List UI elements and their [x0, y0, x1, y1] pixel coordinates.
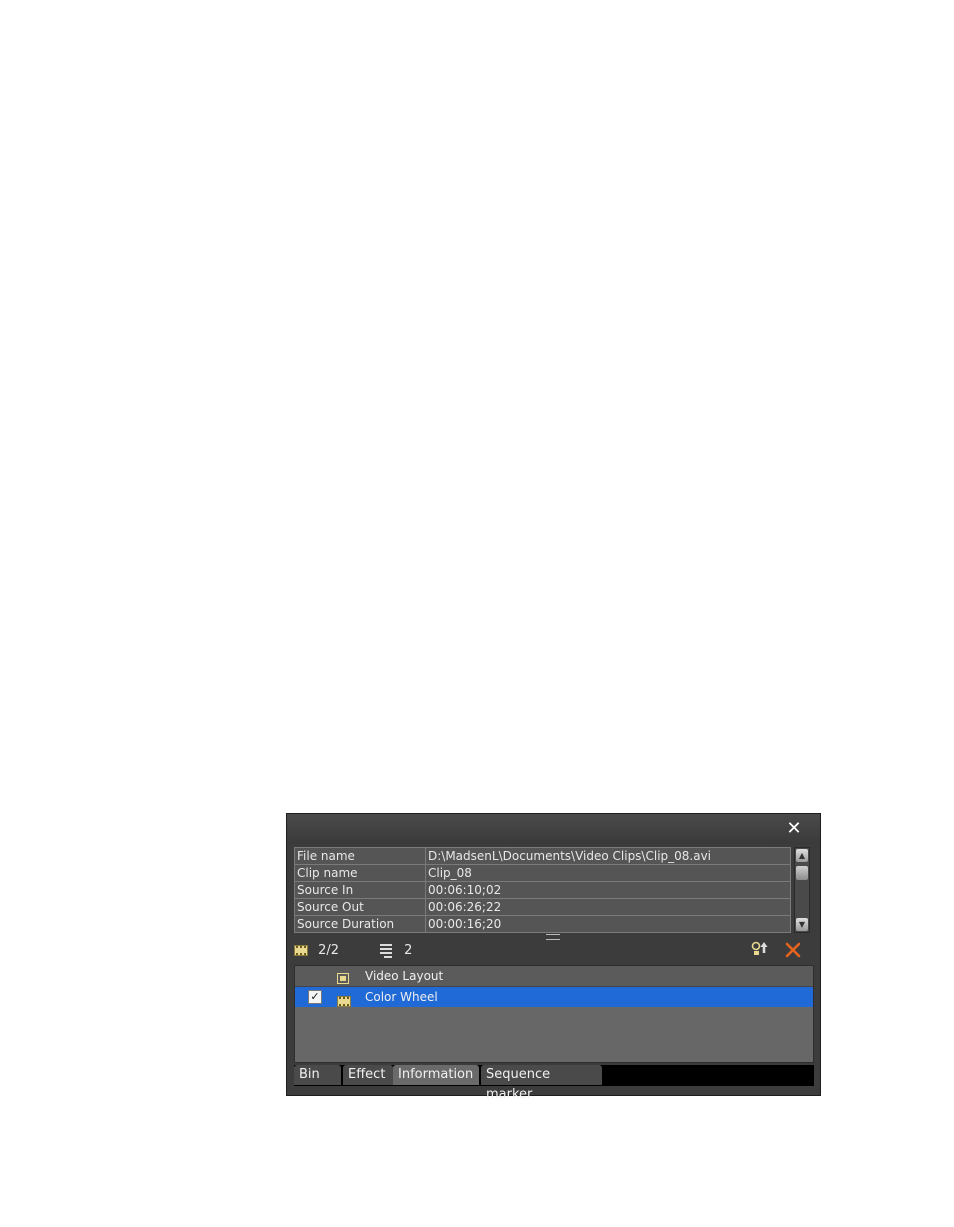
info-value: Clip_08: [425, 864, 791, 882]
info-row-source-in: Source In 00:06:10;02: [294, 881, 791, 899]
info-key: Source Duration: [294, 915, 426, 933]
scroll-down-icon[interactable]: ▼: [796, 918, 808, 931]
information-palette: ✕ File name D:\MadsenL\Documents\Video C…: [286, 813, 821, 1102]
effect-list: Video Layout ✓ Color Wheel: [294, 965, 814, 1063]
enable-checkbox[interactable]: ✓: [308, 990, 322, 1004]
info-row-clip-name: Clip name Clip_08: [294, 864, 791, 882]
tab-sequence-marker[interactable]: Sequence marker: [481, 1065, 602, 1102]
info-value: 00:00:16;20: [425, 915, 791, 933]
effect-toolbar: 2/2 2: [287, 938, 820, 964]
clip-icon: [294, 945, 308, 956]
clip-count-indicator: 2/2: [294, 942, 339, 960]
list-item[interactable]: Video Layout: [295, 966, 813, 987]
info-row-source-duration: Source Duration 00:00:16;20: [294, 915, 791, 933]
layer-count: 2: [404, 943, 413, 958]
info-key: Source In: [294, 881, 426, 899]
palette-titlebar[interactable]: ✕: [287, 814, 820, 844]
info-row-file-name: File name D:\MadsenL\Documents\Video Cli…: [294, 847, 791, 865]
effect-label: Video Layout: [365, 969, 444, 983]
info-row-source-out: Source Out 00:06:26;22: [294, 898, 791, 916]
delete-effect-icon[interactable]: [782, 941, 804, 961]
list-item[interactable]: ✓ Color Wheel: [295, 987, 813, 1007]
info-value: 00:06:26;22: [425, 898, 791, 916]
info-key: Source Out: [294, 898, 426, 916]
info-value: D:\MadsenL\Documents\Video Clips\Clip_08…: [425, 847, 791, 865]
close-icon[interactable]: ✕: [784, 819, 804, 839]
scroll-up-icon[interactable]: ▲: [796, 849, 808, 862]
palette-tabs: Bin Effect Information Sequence marker: [294, 1065, 814, 1102]
info-key: File name: [294, 847, 426, 865]
clip-icon: [337, 991, 351, 1011]
info-key: Clip name: [294, 864, 426, 882]
effect-label: Color Wheel: [365, 990, 438, 1004]
keyframe-settings-icon[interactable]: [749, 941, 771, 961]
layer-count-indicator: 2: [380, 942, 412, 960]
info-scrollbar[interactable]: ▲ ▼: [794, 847, 810, 933]
tab-effect[interactable]: Effect: [343, 1065, 393, 1085]
tab-information[interactable]: Information: [393, 1065, 479, 1085]
info-value: 00:06:10;02: [425, 881, 791, 899]
clip-count: 2/2: [318, 943, 340, 958]
layers-icon: [380, 943, 392, 958]
tab-bin[interactable]: Bin: [294, 1065, 341, 1085]
clip-info-table: File name D:\MadsenL\Documents\Video Cli…: [294, 847, 791, 933]
scroll-thumb[interactable]: [796, 866, 808, 880]
